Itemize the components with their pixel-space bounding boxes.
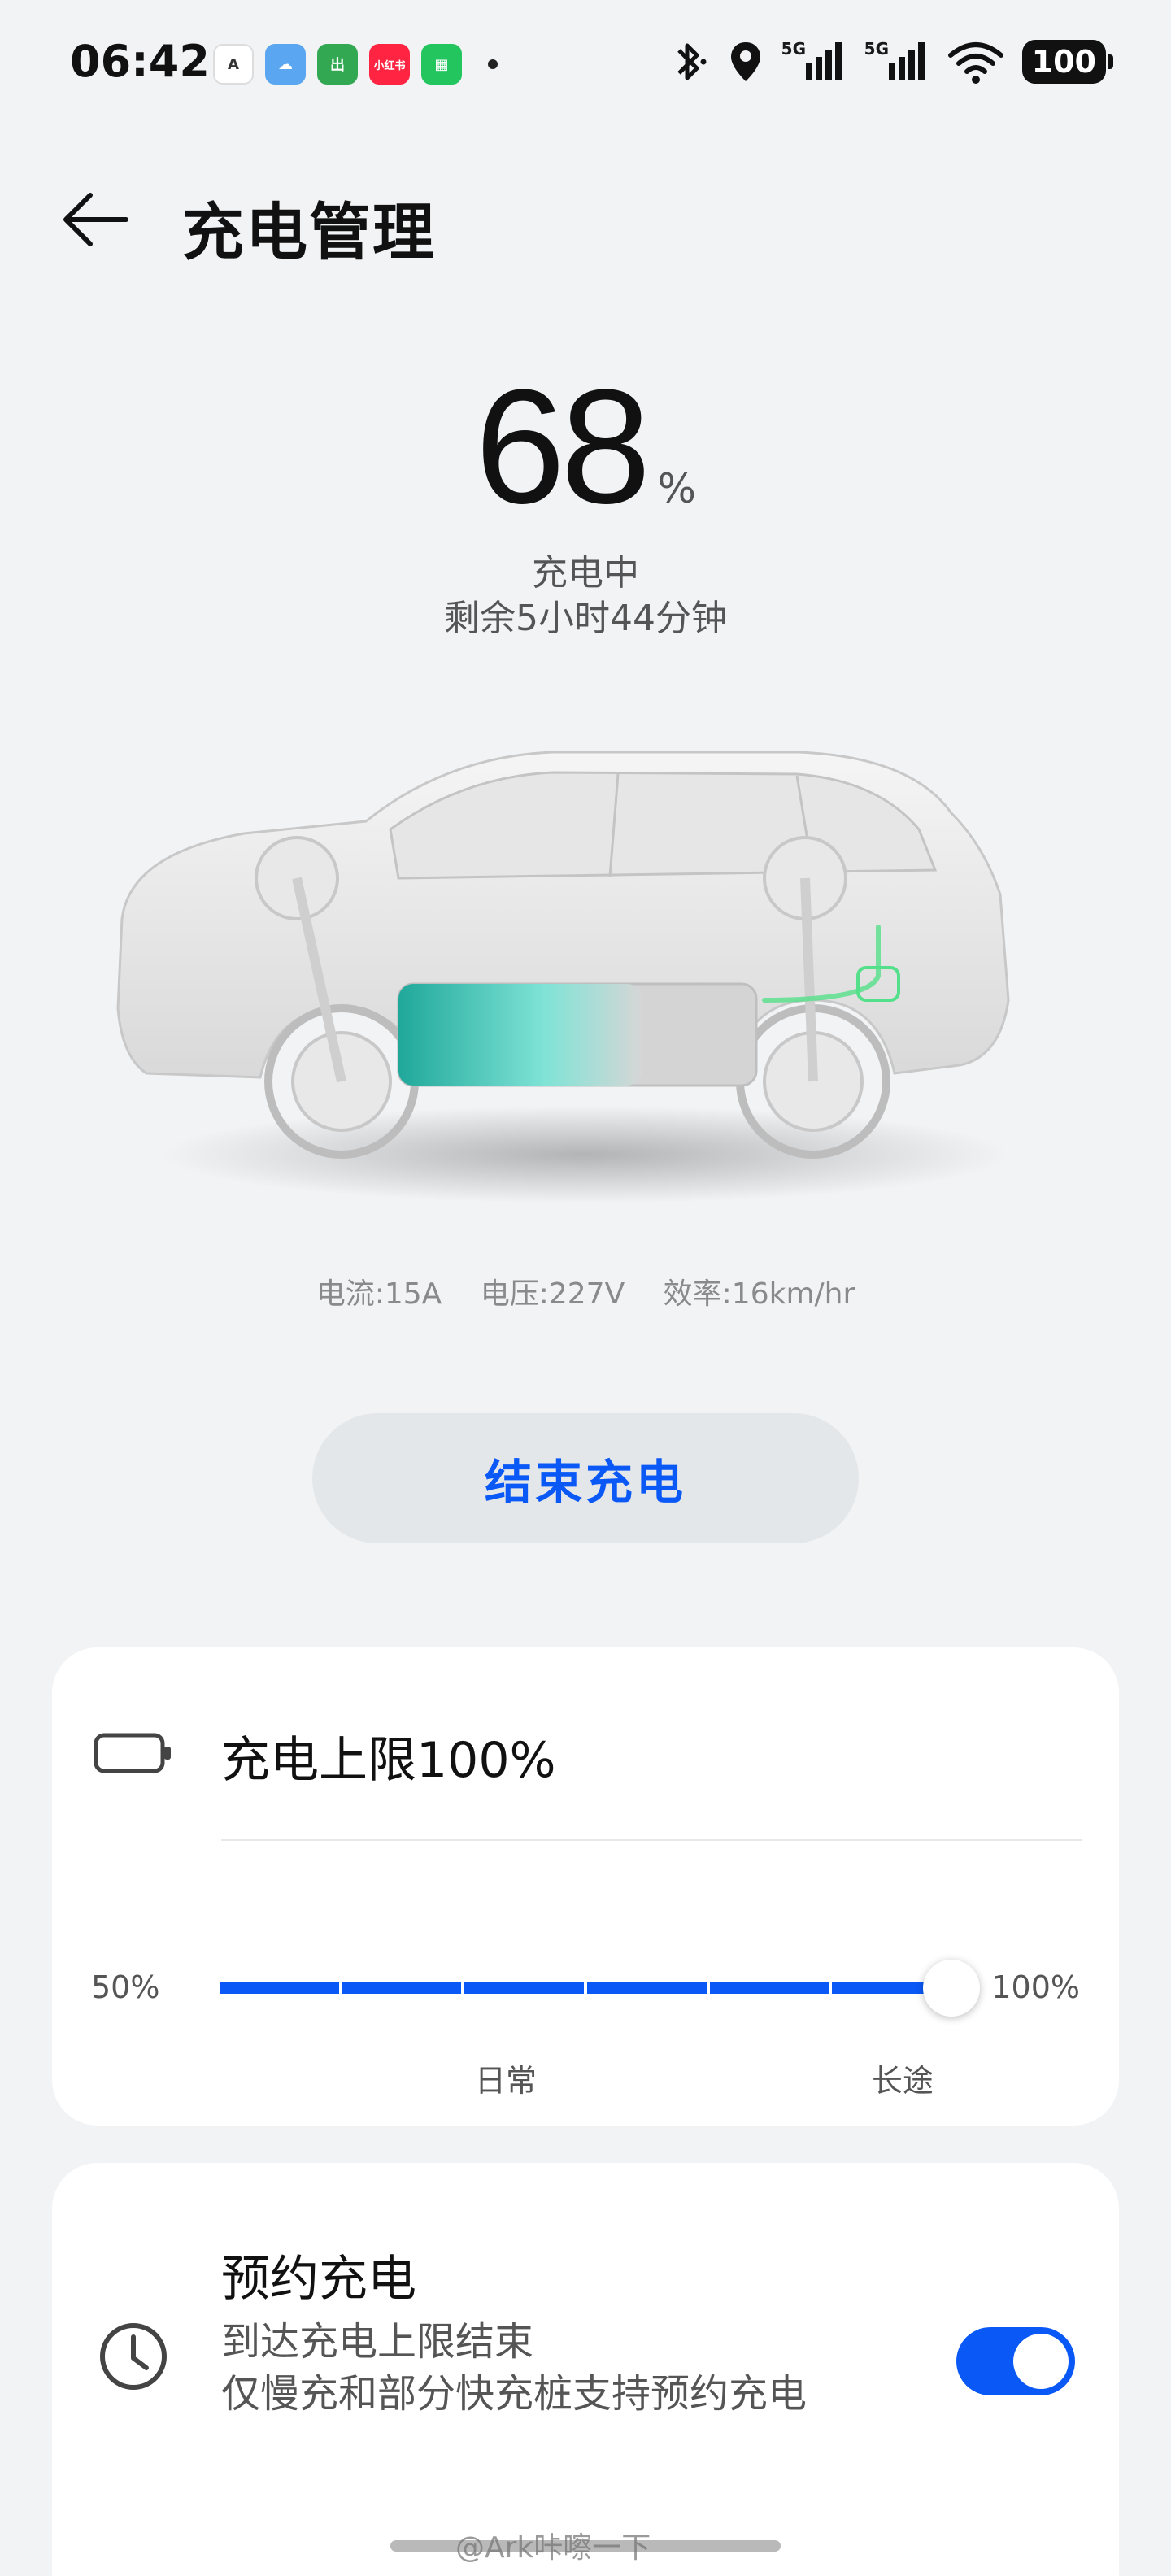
- charge-limit-title: 充电上限100%: [221, 1732, 556, 1789]
- wifi-icon: [947, 42, 1003, 84]
- slider-max-label: 100%: [991, 1969, 1080, 2005]
- app-icon-3: 出: [317, 44, 358, 85]
- battery-indicator: 100: [1021, 40, 1114, 84]
- slider-segment: [220, 1982, 339, 1994]
- soc-value: 68: [475, 356, 651, 537]
- stop-charging-button[interactable]: 结束充电: [312, 1413, 859, 1543]
- soc-unit: %: [657, 465, 696, 512]
- toggle-knob: [1013, 2334, 1069, 2389]
- current-value: 电流:15A: [316, 1277, 442, 1311]
- cellular-signal-icon-2: 5G: [864, 39, 929, 85]
- car-illustration: [116, 751, 1010, 1203]
- notification-icons: A ☁ 出 小红书 ▦: [213, 44, 498, 85]
- scheduled-charging-title: 预约充电: [221, 2251, 416, 2308]
- scheduled-charging-note: 仅慢充和部分快充桩支持预约充电: [221, 2371, 808, 2417]
- charge-limit-card: 充电上限100% 50% 100% 日常 长途: [52, 1647, 1119, 2126]
- charging-metrics: 电流:15A 电压:227V 效率:16km/hr: [0, 1270, 1171, 1312]
- weather-icon: ☁: [265, 44, 306, 85]
- location-icon: [730, 42, 760, 81]
- charge-limit-slider[interactable]: [220, 1960, 980, 2017]
- slider-thumb[interactable]: [923, 1960, 980, 2017]
- charging-status: 充电中: [532, 552, 639, 594]
- slider-segment: [464, 1982, 584, 1994]
- status-indicators: 5G 5G 100: [668, 39, 1114, 85]
- state-of-charge: 68%: [0, 366, 1171, 529]
- xiaohongshu-icon: 小红书: [369, 44, 410, 85]
- slider-segment: [709, 1982, 829, 1994]
- tick-label-long-trip: 长途: [872, 2063, 934, 2099]
- clock-icon: [100, 2323, 167, 2390]
- battery-pack: [397, 982, 758, 1087]
- status-time: 06:42: [70, 36, 210, 87]
- page-title: 充电管理: [182, 196, 436, 268]
- scheduled-charging-subtitle: 到达充电上限结束: [221, 2319, 534, 2365]
- efficiency-value: 效率:16km/hr: [663, 1277, 855, 1311]
- back-button[interactable]: [57, 181, 135, 259]
- cellular-signal-icon: 5G: [781, 39, 847, 85]
- status-bar: 06:42 A ☁ 出 小红书 ▦ 5G 5G 100: [0, 0, 1171, 130]
- battery-icon: [94, 1733, 171, 1773]
- divider: [221, 1839, 1082, 1841]
- slider-segment: [342, 1982, 462, 1994]
- arrow-left-icon: [63, 193, 128, 246]
- app-icon-1: A: [213, 44, 254, 85]
- time-remaining: 剩余5小时44分钟: [444, 598, 727, 639]
- bluetooth-icon: [677, 43, 707, 80]
- tick-label-daily: 日常: [475, 2063, 538, 2099]
- slider-min-label: 50%: [91, 1969, 160, 2005]
- voltage-value: 电压:227V: [480, 1277, 625, 1311]
- watermark: @Ark咔嚓一下: [455, 2531, 651, 2565]
- more-notifications-dot: [488, 59, 498, 69]
- scheduled-charging-card: 预约充电 到达充电上限结束 仅慢充和部分快充桩支持预约充电: [52, 2163, 1119, 2576]
- slider-segment: [587, 1982, 707, 1994]
- scheduled-charging-toggle[interactable]: [956, 2327, 1075, 2395]
- app-icon-5: ▦: [421, 44, 462, 85]
